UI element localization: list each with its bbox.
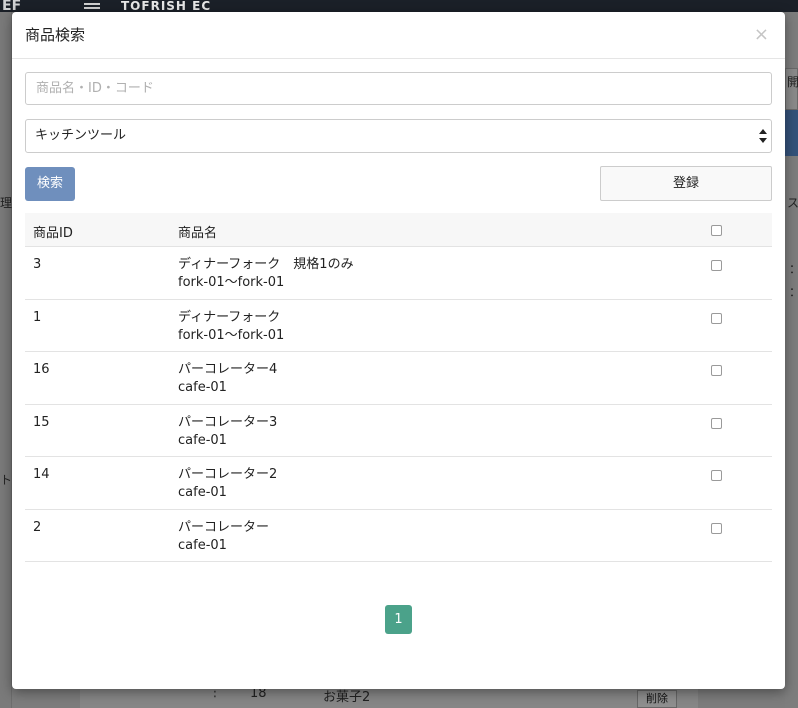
select-all-checkbox[interactable] — [711, 225, 722, 236]
row-checkbox[interactable] — [711, 260, 722, 271]
background-right-button — [785, 110, 798, 156]
product-id: 2 — [33, 519, 42, 535]
product-code: cafe-01 — [178, 380, 227, 395]
column-header-id: 商品ID — [33, 226, 73, 241]
background-delete-button: 削除 — [637, 690, 677, 708]
product-name: パーコレーター — [178, 519, 270, 535]
product-id: 16 — [33, 362, 50, 377]
product-id: 3 — [33, 257, 42, 272]
product-name: パーコレーター4 — [178, 362, 278, 377]
row-checkbox[interactable] — [711, 417, 722, 429]
pagination-page-1[interactable]: 1 — [385, 605, 412, 634]
table-row: 14 パーコレーター2 cafe-01 — [25, 457, 772, 510]
background-text-fragment: ： — [789, 260, 798, 277]
search-button[interactable]: 検索 — [25, 167, 75, 201]
table-row: 16 パーコレーター4 cafe-01 — [25, 352, 772, 405]
table-row: 15 パーコレーター3 cafe-01 — [25, 405, 772, 457]
product-code: cafe-01 — [178, 537, 227, 553]
product-name: ディナーフォーク — [178, 309, 281, 325]
category-select[interactable]: キッチンツール — [25, 119, 772, 153]
app-logo: EF — [2, 0, 22, 14]
close-icon[interactable]: × — [754, 26, 769, 44]
row-checkbox[interactable] — [711, 312, 722, 324]
background-text-fragment: 開 — [787, 75, 798, 89]
product-id: 1 — [33, 309, 42, 325]
table-header: 商品ID 商品名 — [25, 213, 772, 247]
product-code: fork-01～fork-01 — [178, 275, 285, 290]
product-name: パーコレーター3 — [178, 414, 278, 430]
table-row: 2 パーコレーター cafe-01 — [25, 510, 772, 562]
row-checkbox[interactable] — [711, 522, 722, 534]
background-text-fragment: ス — [787, 196, 798, 210]
modal-header: 商品検索 × — [12, 12, 785, 59]
product-name: パーコレーター2 — [178, 467, 278, 482]
table-row: 3 ディナーフォーク 規格1のみ fork-01～fork-01 — [25, 247, 772, 300]
product-id: 14 — [33, 467, 50, 482]
background-sidebar — [0, 12, 12, 708]
app-topbar: EF TOFRISH EC — [0, 0, 798, 14]
row-checkbox[interactable] — [711, 470, 722, 481]
category-select-value: キッチンツール — [35, 128, 127, 143]
search-input[interactable] — [25, 72, 772, 105]
product-name: ディナーフォーク 規格1のみ — [178, 257, 354, 272]
register-button[interactable]: 登録 — [600, 166, 772, 201]
select-arrows-icon — [759, 129, 767, 143]
product-search-modal: 商品検索 × キッチンツール 検索 登録 商品ID 商品名 3 ディナーフォーク… — [12, 12, 785, 689]
product-code: cafe-01 — [178, 432, 227, 448]
column-header-name: 商品名 — [178, 226, 218, 241]
hamburger-menu-icon — [84, 3, 100, 5]
background-text-fragment: ト — [0, 473, 13, 487]
table-row: 1 ディナーフォーク fork-01～fork-01 — [25, 300, 772, 352]
background-text-fragment: ： — [789, 283, 798, 300]
product-id: 15 — [33, 414, 50, 430]
modal-title: 商品検索 — [25, 26, 86, 44]
shop-name: TOFRISH EC — [121, 0, 212, 13]
product-table: 商品ID 商品名 3 ディナーフォーク 規格1のみ fork-01～fork-0… — [25, 213, 772, 562]
product-code: cafe-01 — [178, 485, 227, 500]
product-code: fork-01～fork-01 — [178, 327, 285, 343]
row-checkbox[interactable] — [711, 365, 722, 376]
background-text-fragment: 理 — [0, 196, 13, 210]
